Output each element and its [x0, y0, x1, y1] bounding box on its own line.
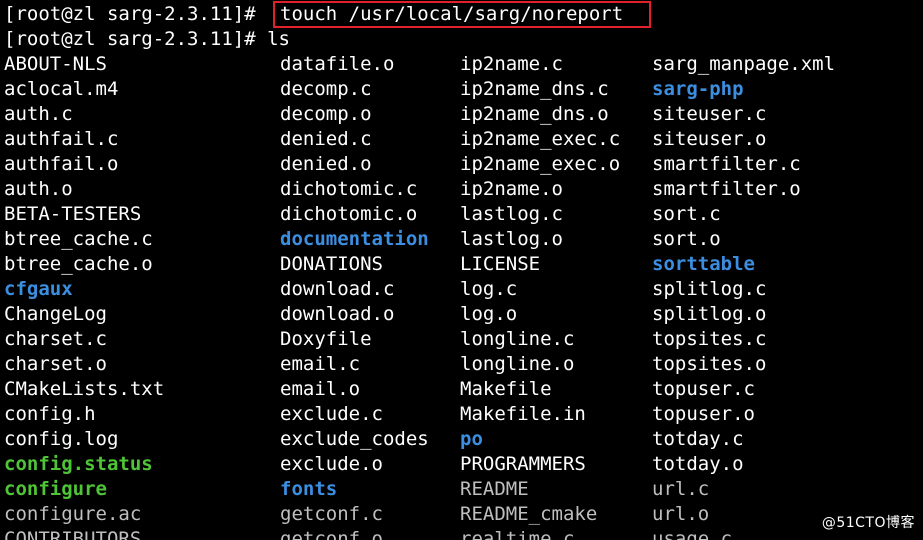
file-entry: siteuser.o — [652, 128, 767, 150]
file-entry: lastlog.c — [460, 203, 563, 225]
file-entry: download.c — [280, 278, 395, 300]
executable-entry: configure — [4, 478, 107, 500]
file-entry: charset.o — [4, 353, 107, 375]
terminal-window[interactable]: [root@zl sarg-2.3.11]# touch /usr/local/… — [0, 0, 923, 540]
file-entry: topuser.o — [652, 403, 755, 425]
file-entry: usage.c — [652, 528, 733, 540]
file-entry: CONTRIBUTORS — [4, 528, 142, 540]
file-entry: ip2name_dns.o — [460, 103, 609, 125]
file-entry: url.c — [652, 478, 710, 500]
file-entry: ABOUT-NLS — [4, 53, 107, 75]
file-entry: totday.c — [652, 428, 744, 450]
file-entry: dichotomic.o — [280, 203, 418, 225]
watermark: @51CTO博客 — [821, 515, 915, 531]
file-entry: url.o — [652, 503, 710, 525]
file-entry: splitlog.o — [652, 303, 767, 325]
file-entry: longline.c — [460, 328, 575, 350]
file-entry: Makefile.in — [460, 403, 586, 425]
directory-entry: documentation — [280, 228, 429, 250]
file-entry: README_cmake — [460, 503, 598, 525]
file-entry: auth.o — [4, 178, 73, 200]
file-entry: topuser.c — [652, 378, 755, 400]
file-entry: exclude.c — [280, 403, 383, 425]
file-entry: Doxyfile — [280, 328, 372, 350]
file-entry: sort.o — [652, 228, 721, 250]
directory-entry: sorttable — [652, 253, 755, 275]
directory-entry: sarg-php — [652, 78, 744, 100]
file-entry: ip2name_exec.o — [460, 153, 621, 175]
file-entry: auth.c — [4, 103, 73, 125]
file-entry: exclude.o — [280, 453, 383, 475]
file-entry: ip2name.o — [460, 178, 563, 200]
file-entry: denied.o — [280, 153, 372, 175]
file-entry: smartfilter.o — [652, 178, 801, 200]
file-entry: aclocal.m4 — [4, 78, 119, 100]
directory-entry: po — [460, 428, 483, 450]
file-entry: decomp.o — [280, 103, 372, 125]
file-entry: ip2name.c — [460, 53, 563, 75]
file-entry: siteuser.c — [652, 103, 767, 125]
file-entry: ip2name_exec.c — [460, 128, 621, 150]
file-entry: README — [460, 478, 529, 500]
file-entry: lastlog.o — [460, 228, 563, 250]
directory-entry: cfgaux — [4, 278, 73, 300]
file-entry: DONATIONS — [280, 253, 383, 275]
file-entry: denied.c — [280, 128, 372, 150]
file-entry: authfail.o — [4, 153, 119, 175]
file-entry: configure.ac — [4, 503, 142, 525]
file-entry: CMakeLists.txt — [4, 378, 165, 400]
file-entry: getconf.c — [280, 503, 383, 525]
file-entry: dichotomic.c — [280, 178, 418, 200]
file-entry: email.o — [280, 378, 361, 400]
file-entry: decomp.c — [280, 78, 372, 100]
file-entry: exclude_codes — [280, 428, 429, 450]
file-entry: charset.c — [4, 328, 107, 350]
touch-command: touch /usr/local/sarg/noreport — [280, 3, 624, 25]
file-entry: getconf.o — [280, 528, 383, 540]
file-entry: Makefile — [460, 378, 552, 400]
shell-prompt: [root@zl sarg-2.3.11]# — [4, 3, 268, 25]
prompt-line-1: [root@zl sarg-2.3.11]# — [4, 2, 267, 27]
file-entry: ChangeLog — [4, 303, 107, 325]
file-entry: totday.o — [652, 453, 744, 475]
file-entry: config.h — [4, 403, 96, 425]
prompt-line-2: [root@zl sarg-2.3.11]# ls — [4, 27, 290, 52]
file-entry: datafile.o — [280, 53, 395, 75]
file-entry: longline.o — [460, 353, 575, 375]
file-entry: log.o — [460, 303, 518, 325]
file-entry: btree_cache.o — [4, 253, 153, 275]
ls-command: ls — [267, 28, 290, 50]
file-entry: topsites.c — [652, 328, 767, 350]
file-entry: splitlog.c — [652, 278, 767, 300]
file-entry: config.log — [4, 428, 119, 450]
file-entry: download.o — [280, 303, 395, 325]
file-entry: sarg_manpage.xml — [652, 53, 836, 75]
file-entry: PROGRAMMERS — [460, 453, 586, 475]
executable-entry: config.status — [4, 453, 153, 475]
file-entry: realtime.c — [460, 528, 575, 540]
file-entry: email.c — [280, 353, 361, 375]
file-entry: LICENSE — [460, 253, 541, 275]
file-entry: BETA-TESTERS — [4, 203, 142, 225]
file-entry: smartfilter.c — [652, 153, 801, 175]
file-entry: sort.c — [652, 203, 721, 225]
file-entry: authfail.c — [4, 128, 119, 150]
shell-prompt: [root@zl sarg-2.3.11]# — [4, 28, 268, 50]
file-entry: topsites.o — [652, 353, 767, 375]
file-entry: log.c — [460, 278, 518, 300]
directory-entry: fonts — [280, 478, 338, 500]
file-entry: btree_cache.c — [4, 228, 153, 250]
file-entry: ip2name_dns.c — [460, 78, 609, 100]
